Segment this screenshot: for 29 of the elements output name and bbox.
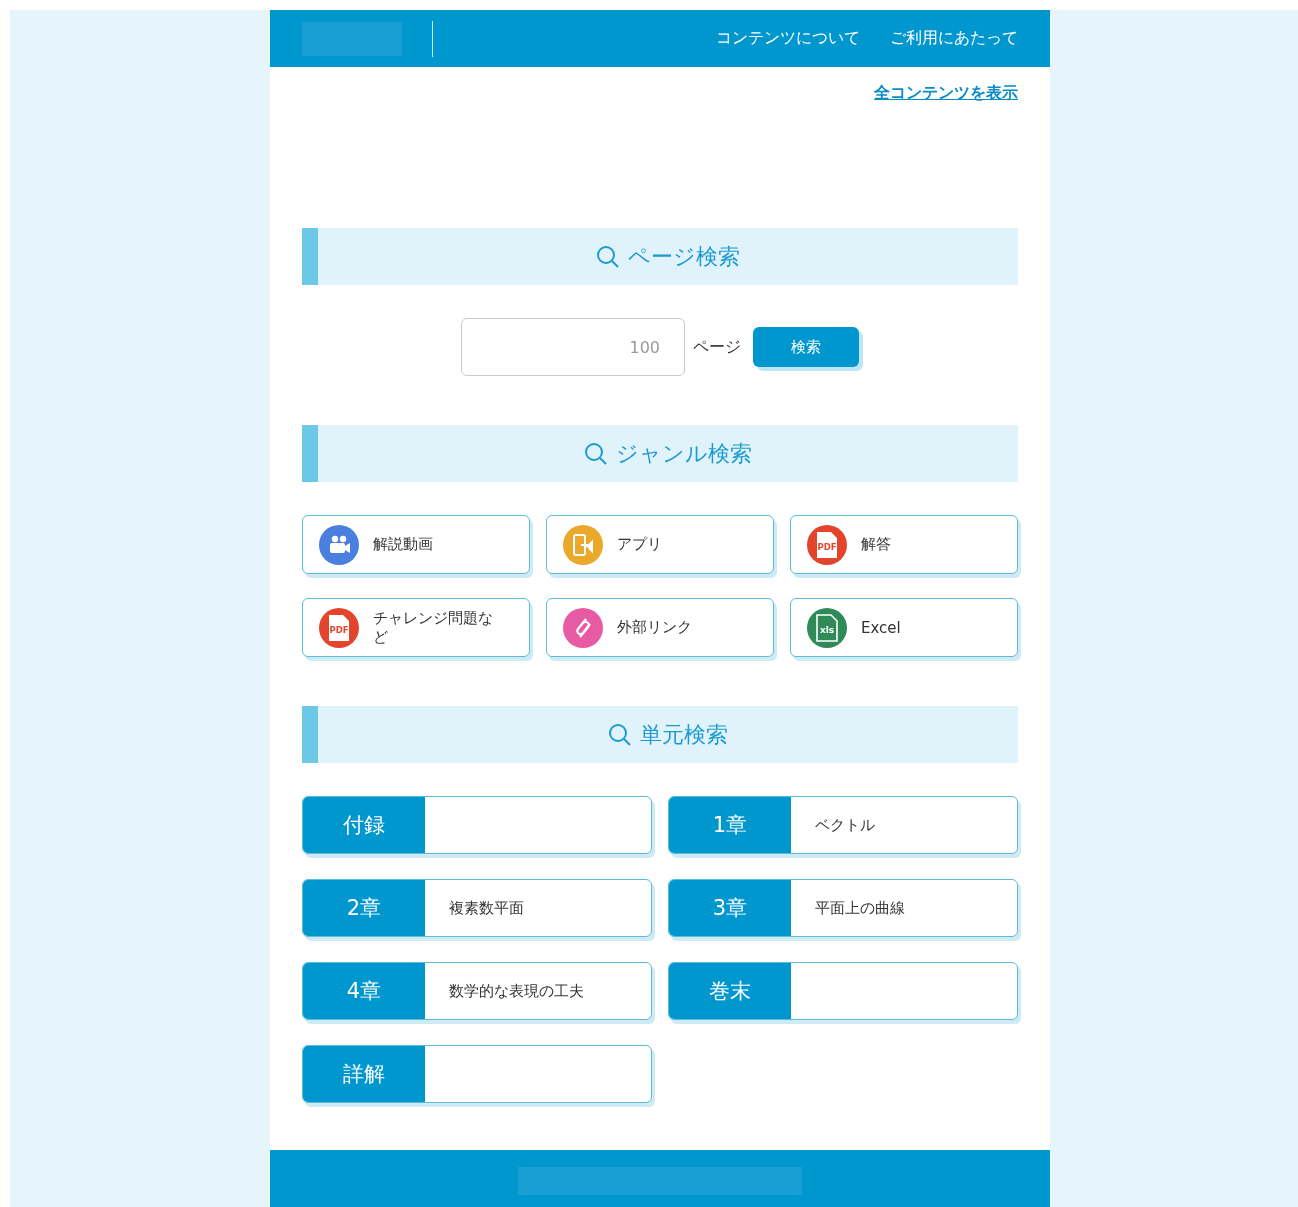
search-icon [596,244,620,269]
all-contents-link[interactable]: 全コンテンツを表示 [874,83,1018,104]
chapter-tag: 詳解 [303,1046,425,1102]
chapter-tag: 1章 [669,797,791,853]
chapter-tag: 4章 [303,963,425,1019]
unit-name: 数学的な表現の工夫 [448,981,584,1001]
search-icon [584,441,608,466]
chapter-tag: 付録 [303,797,425,853]
genre-label: 解答 [861,535,891,554]
chapter-tag: 3章 [669,880,791,936]
xls-label: xls [819,624,835,635]
chapter-tag: 巻末 [669,963,791,1019]
section-title: 単元検索 [640,720,728,749]
section-title: ジャンル検索 [616,439,752,468]
page-unit-label: ページ [693,336,741,358]
genre-label: 解説動画 [373,535,433,554]
genre-label: 外部リンク [617,618,692,637]
pdf-label: PDF [817,541,837,552]
pdf-label: PDF [329,624,349,635]
chapter-tag: 2章 [303,880,425,936]
search-icon [608,722,632,747]
genre-label: チャレンジ問題など [373,608,494,647]
unit-name: 平面上の曲線 [814,898,905,918]
genre-label: Excel [861,618,901,637]
unit-name: 複素数平面 [448,898,524,918]
section-title: ページ検索 [628,242,740,271]
unit-name: ベクトル [814,815,875,835]
genre-label: アプリ [617,535,662,554]
page-number-field[interactable]: 100 [461,318,685,376]
